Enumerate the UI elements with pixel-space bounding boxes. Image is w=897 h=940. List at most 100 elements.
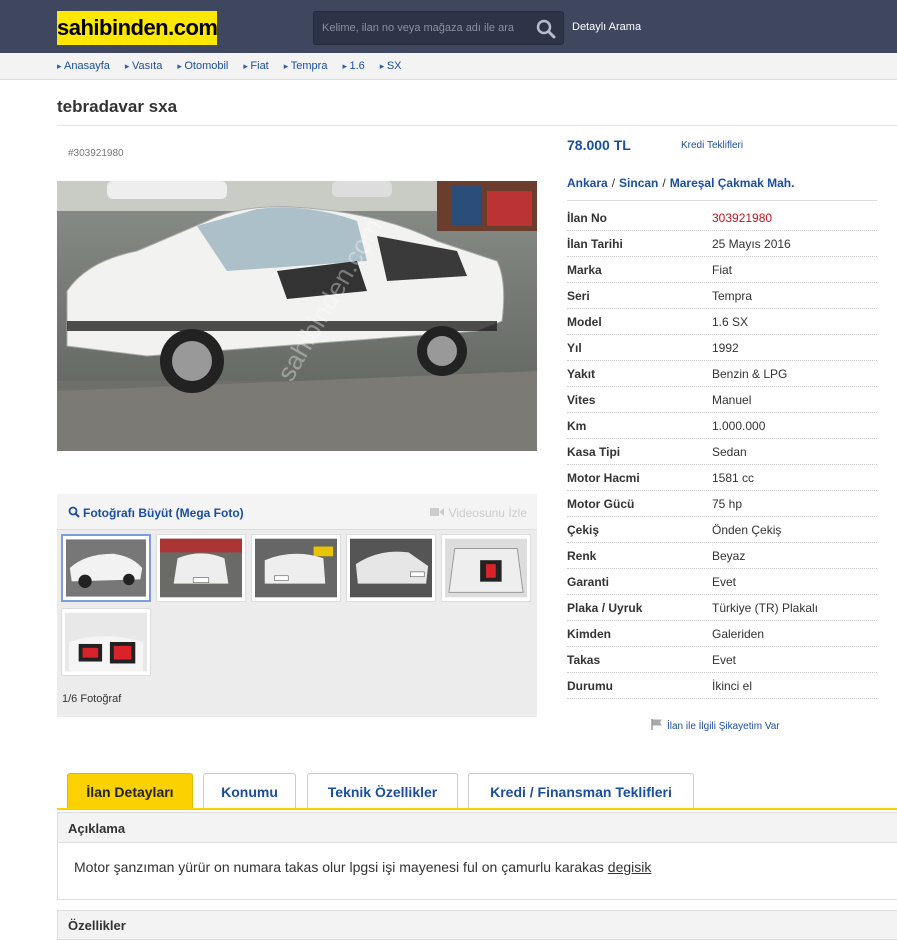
complaint-link[interactable]: İlan ile İlgili Şikayetim Var (651, 719, 780, 732)
location-city[interactable]: Ankara (567, 176, 608, 190)
location-district[interactable]: Sincan (619, 176, 658, 190)
mega-photo-label: Fotoğrafı Büyüt (Mega Foto) (83, 506, 244, 520)
spec-value: 303921980 (712, 211, 773, 225)
search-icon[interactable] (535, 18, 557, 40)
breadcrumb-item[interactable]: Tempra (284, 60, 328, 72)
spec-label: Kimden (567, 627, 612, 641)
spec-label: Km (567, 419, 587, 433)
tabs-underline (57, 808, 897, 810)
spec-row: Garanti Evet (567, 569, 877, 595)
tab-ilan-detaylari[interactable]: İlan Detayları (67, 773, 193, 809)
detail-tabs: İlan Detayları Konumu Teknik Özellikler … (57, 773, 897, 809)
spec-row: Yakıt Benzin & LPG (567, 361, 877, 387)
breadcrumb-item[interactable]: Otomobil (177, 60, 228, 72)
breadcrumb-item[interactable]: Anasayfa (57, 60, 110, 72)
thumbnail-1[interactable] (61, 534, 151, 602)
spec-value: 1581 cc (712, 471, 755, 485)
tab-konumu[interactable]: Konumu (203, 773, 296, 809)
thumbnail-5[interactable] (441, 534, 531, 602)
site-logo[interactable]: sahibinden.com (57, 11, 218, 45)
price: 78.000 TL (567, 137, 631, 153)
spec-row: Kasa Tipi Sedan (567, 439, 877, 465)
thumbnail-4[interactable] (346, 534, 436, 602)
location-separator: / (611, 176, 616, 190)
spec-label: Seri (567, 289, 590, 303)
location: Ankara / Sincan / Mareşal Çakmak Mah. (567, 176, 794, 190)
spec-value: Önden Çekiş (712, 523, 782, 537)
spec-row: Model 1.6 SX (567, 309, 877, 335)
description-underlined: degisik (607, 859, 652, 875)
spec-label: Plaka / Uyruk (567, 601, 643, 615)
search-placeholder[interactable]: Kelime, ilan no veya mağaza adı ile ara (322, 22, 514, 34)
zoom-icon (68, 506, 80, 518)
search-box[interactable]: Kelime, ilan no veya mağaza adı ile ara (313, 11, 564, 45)
location-neighborhood[interactable]: Mareşal Çakmak Mah. (670, 176, 795, 190)
spec-value: Manuel (712, 393, 752, 407)
spec-value: 25 Mayıs 2016 (712, 237, 791, 251)
complaint-label: İlan ile İlgili Şikayetim Var (667, 721, 780, 732)
spec-row: Renk Beyaz (567, 543, 877, 569)
spec-label: Kasa Tipi (567, 445, 621, 459)
description-text: Motor şanzıman yürür on numara takas olu… (74, 859, 651, 875)
spec-label: Garanti (567, 575, 610, 589)
credit-offers-link[interactable]: Kredi Teklifleri (681, 140, 743, 151)
spec-row: Marka Fiat (567, 257, 877, 283)
breadcrumb-item[interactable]: Fiat (243, 60, 268, 72)
breadcrumb: Anasayfa Vasıta Otomobil Fiat Tempra 1.6 SX (0, 53, 897, 80)
spec-table: İlan No 303921980 İlan Tarihi 25 Mayıs 2016… (567, 205, 877, 699)
video-button[interactable]: Videosunu İzle (430, 506, 527, 520)
mega-photo-button[interactable]: Fotoğrafı Büyüt (Mega Foto) (68, 506, 244, 520)
spec-value: İkinci el (712, 679, 753, 693)
tab-teknik-ozellikler[interactable]: Teknik Özellikler (307, 773, 458, 809)
spec-label: Takas (567, 653, 601, 667)
spec-label: Marka (567, 263, 602, 277)
spec-value: Tempra (712, 289, 753, 303)
spec-value: Benzin & LPG (712, 367, 788, 381)
spec-row: Motor Gücü 75 hp (567, 491, 877, 517)
title-divider (57, 125, 897, 126)
spec-value: 1.000.000 (712, 419, 766, 433)
features-header: Özellikler (57, 910, 897, 940)
ad-number: #303921980 (68, 148, 124, 159)
spec-row: Takas Evet (567, 647, 877, 673)
spec-value: Sedan (712, 445, 747, 459)
description-header: Açıklama (58, 813, 897, 843)
listing-title: tebradavar sxa (57, 97, 178, 116)
spec-label: Vites (567, 393, 596, 407)
spec-row: Çekiş Önden Çekiş (567, 517, 877, 543)
thumbnail-6[interactable] (61, 608, 151, 676)
flag-icon (651, 719, 662, 730)
spec-label: Yakıt (567, 367, 596, 381)
spec-value: Evet (712, 653, 737, 667)
spec-value: Galeriden (712, 627, 765, 641)
top-header: sahibinden.com Kelime, ilan no veya mağa… (0, 0, 897, 53)
breadcrumb-item[interactable]: 1.6 (342, 60, 364, 72)
spec-label: Motor Gücü (567, 497, 635, 511)
thumbnail-2[interactable] (156, 534, 246, 602)
spec-row: Seri Tempra (567, 283, 877, 309)
gallery-toolbar: Fotoğrafı Büyüt (Mega Foto) Videosunu İz… (57, 494, 537, 530)
main-photo[interactable]: sahibinden.com (57, 181, 537, 451)
tab-kredi-finansman[interactable]: Kredi / Finansman Teklifleri (468, 773, 694, 809)
spec-row: Kimden Galeriden (567, 621, 877, 647)
description-section: Açıklama Motor şanzıman yürür on numara … (57, 812, 897, 900)
spec-row: Durumu İkinci el (567, 673, 877, 699)
location-divider (567, 200, 877, 201)
spec-value: Beyaz (712, 549, 746, 563)
spec-label: İlan No (567, 211, 608, 225)
advanced-search-link[interactable]: Detaylı Arama (572, 21, 641, 33)
location-separator: / (662, 176, 666, 190)
breadcrumb-item[interactable]: Vasıta (125, 60, 162, 72)
video-camera-icon (430, 508, 445, 516)
description-heading: Açıklama (68, 821, 126, 836)
breadcrumb-item[interactable]: SX (380, 60, 402, 72)
spec-value: 1.6 SX (712, 315, 749, 329)
video-label: Videosunu İzle (448, 506, 527, 520)
spec-row: İlan Tarihi 25 Mayıs 2016 (567, 231, 877, 257)
spec-label: Durumu (567, 679, 613, 693)
spec-label: Renk (567, 549, 597, 563)
spec-label: İlan Tarihi (567, 237, 623, 251)
thumbnail-3[interactable] (251, 534, 341, 602)
spec-value: Evet (712, 575, 737, 589)
spec-row: İlan No 303921980 (567, 205, 877, 231)
